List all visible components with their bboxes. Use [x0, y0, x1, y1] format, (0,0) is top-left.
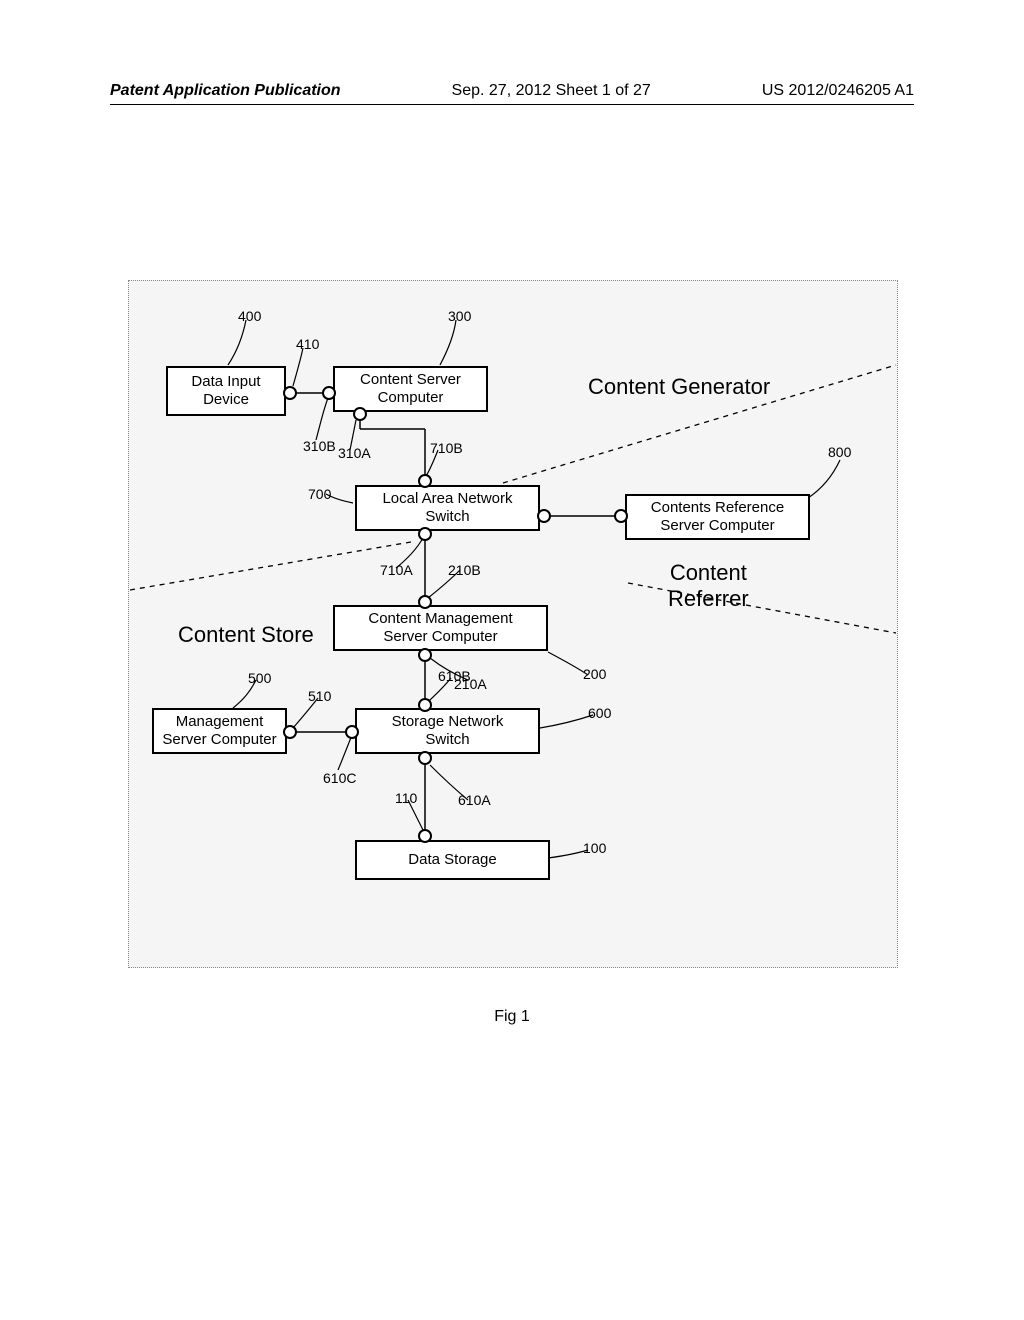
- port-610B: [418, 698, 432, 712]
- ref-110: 110: [395, 790, 417, 806]
- box-content-server-computer: Content Server Computer: [333, 366, 488, 412]
- diagram-stage: Data Input Device Content Server Compute…: [128, 280, 898, 968]
- header-right: US 2012/0246205 A1: [762, 82, 914, 100]
- box-data-input-device: Data Input Device: [166, 366, 286, 416]
- port-610C: [345, 725, 359, 739]
- ref-500: 500: [248, 670, 271, 686]
- box-label: Storage Network Switch: [392, 713, 504, 749]
- section-content-generator: Content Generator: [588, 374, 770, 400]
- box-label: Data Input Device: [191, 373, 260, 409]
- box-storage-network-switch: Storage Network Switch: [355, 708, 540, 754]
- box-label: Local Area Network Switch: [382, 490, 512, 526]
- box-label: Management Server Computer: [162, 713, 276, 749]
- patent-header: Patent Application Publication Sep. 27, …: [110, 82, 914, 100]
- ref-610A: 610A: [458, 792, 491, 808]
- ref-310B: 310B: [303, 438, 336, 454]
- header-left: Patent Application Publication: [110, 82, 341, 100]
- box-contents-reference-server: Contents Reference Server Computer: [625, 494, 810, 540]
- section-content-store: Content Store: [178, 622, 314, 648]
- header-divider: [110, 104, 914, 105]
- box-label: Data Storage: [408, 851, 496, 869]
- ref-610B: 610B: [438, 668, 471, 684]
- box-management-server: Management Server Computer: [152, 708, 287, 754]
- port-lan-right: [537, 509, 551, 523]
- ref-600: 600: [588, 705, 611, 721]
- port-210B: [418, 595, 432, 609]
- ref-710A: 710A: [380, 562, 413, 578]
- ref-210B: 210B: [448, 562, 481, 578]
- port-410: [283, 386, 297, 400]
- ref-700: 700: [308, 486, 331, 502]
- ref-400: 400: [238, 308, 261, 324]
- port-210A: [418, 648, 432, 662]
- header-center: Sep. 27, 2012 Sheet 1 of 27: [452, 82, 651, 100]
- port-310B: [322, 386, 336, 400]
- port-610A-top: [418, 751, 432, 765]
- box-lan-switch: Local Area Network Switch: [355, 485, 540, 531]
- port-110: [418, 829, 432, 843]
- port-cr-left: [614, 509, 628, 523]
- ref-100: 100: [583, 840, 606, 856]
- port-510: [283, 725, 297, 739]
- ref-410: 410: [296, 336, 319, 352]
- figure-caption-text: Fig 1: [494, 1008, 530, 1025]
- ref-610C: 610C: [323, 770, 356, 786]
- box-label: Contents Reference Server Computer: [651, 499, 784, 535]
- box-content-management-server: Content Management Server Computer: [333, 605, 548, 651]
- port-310A: [353, 407, 367, 421]
- port-710A: [418, 527, 432, 541]
- port-710B: [418, 474, 432, 488]
- box-data-storage: Data Storage: [355, 840, 550, 880]
- ref-800: 800: [828, 444, 851, 460]
- ref-510: 510: [308, 688, 331, 704]
- ref-200: 200: [583, 666, 606, 682]
- ref-300: 300: [448, 308, 471, 324]
- ref-710B: 710B: [430, 440, 463, 456]
- section-content-referrer: Content Referrer: [668, 560, 749, 612]
- box-label: Content Server Computer: [360, 371, 461, 407]
- box-label: Content Management Server Computer: [368, 610, 512, 646]
- figure-caption: Fig 1: [0, 1008, 1024, 1026]
- ref-310A: 310A: [338, 445, 371, 461]
